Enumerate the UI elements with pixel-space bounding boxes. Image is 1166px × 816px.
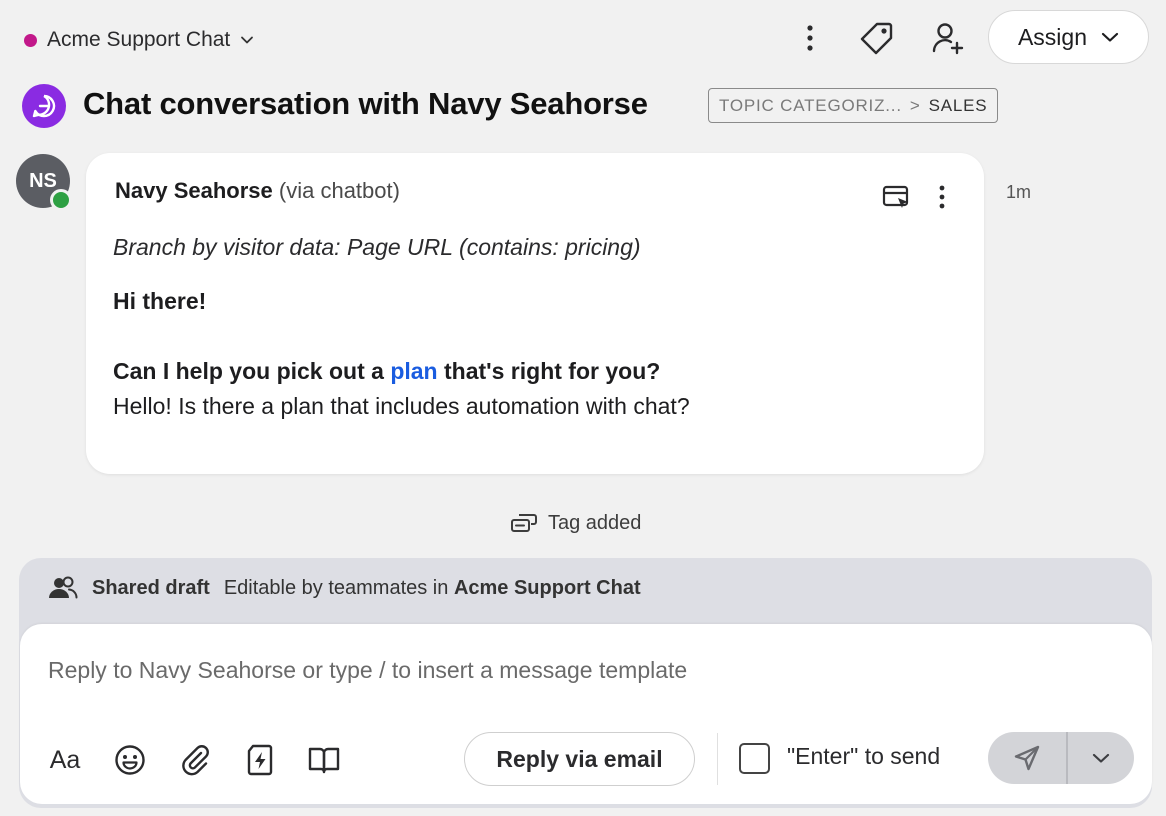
text-format-icon: Aa	[49, 745, 81, 774]
topic-child: SALES	[928, 95, 988, 115]
chat-bubble-icon	[31, 93, 57, 119]
more-options-button[interactable]	[795, 20, 825, 56]
message-sender: Navy Seahorse (via chatbot)	[115, 178, 400, 204]
message-question: Can I help you pick out a plan that's ri…	[113, 358, 660, 385]
topic-parent: TOPIC CATEGORIZ...	[719, 95, 902, 115]
people-icon	[48, 576, 78, 600]
page-title: Chat conversation with Navy Seahorse	[83, 86, 648, 121]
assign-label: Assign	[1017, 23, 1088, 50]
inbox-status-dot	[24, 33, 37, 47]
knowledge-book-icon	[307, 745, 341, 775]
shared-draft-bar: Shared draft Editable by teammates in Ac…	[48, 576, 641, 600]
conversation-channel-badge	[22, 84, 66, 128]
quick-actions-button[interactable]	[238, 738, 282, 782]
shared-draft-description: Editable by teammates in Acme Support Ch…	[224, 577, 641, 600]
assign-button[interactable]: Assign	[988, 10, 1149, 64]
question-text-end: that's right for you?	[437, 358, 661, 384]
tag-added-event: Tag added	[510, 511, 641, 535]
enter-to-send-checkbox[interactable]	[739, 743, 770, 774]
chatbot-branch-note: Branch by visitor data: Page URL (contai…	[113, 234, 641, 260]
message-options-button[interactable]	[928, 180, 956, 214]
reply-via-email-button[interactable]: Reply via email	[464, 732, 695, 786]
plan-link[interactable]: plan	[390, 358, 437, 384]
reply-input[interactable]	[48, 654, 948, 686]
paperclip-icon	[179, 744, 211, 776]
chevron-down-icon	[1092, 752, 1110, 764]
draft-inbox-name: Acme Support Chat	[453, 576, 641, 599]
send-icon	[1013, 744, 1041, 772]
attach-file-button[interactable]	[173, 738, 217, 782]
open-window-icon	[881, 183, 911, 211]
send-button[interactable]	[988, 732, 1066, 784]
topic-breadcrumb[interactable]: TOPIC CATEGORIZ... > SALES	[708, 88, 999, 123]
text-formatting-button[interactable]: Aa	[43, 738, 87, 782]
online-status-indicator	[50, 189, 72, 211]
message-timestamp: 1m	[1006, 182, 1032, 202]
send-options-button[interactable]	[1068, 732, 1134, 784]
open-in-window-button[interactable]	[878, 180, 914, 214]
knowledge-base-button[interactable]	[302, 738, 346, 782]
inbox-name: Acme Support Chat	[47, 28, 231, 51]
add-person-icon	[929, 20, 965, 56]
quick-action-icon	[244, 743, 276, 777]
emoji-button[interactable]	[108, 738, 152, 782]
send-button-group	[988, 732, 1134, 784]
question-text-start: Can I help you pick out a	[113, 358, 391, 384]
tag-added-icon	[510, 511, 538, 535]
visitor-reply: Hello! Is there a plan that includes aut…	[113, 393, 690, 419]
kebab-menu-icon	[939, 185, 945, 209]
sender-name: Navy Seahorse	[115, 178, 273, 203]
event-text: Tag added	[548, 511, 642, 534]
enter-to-send-label[interactable]: "Enter" to send	[787, 743, 940, 770]
editable-by-text: Editable by teammates in	[223, 576, 449, 599]
tag-icon	[860, 21, 894, 55]
tag-button[interactable]	[856, 18, 898, 58]
shared-draft-label: Shared draft	[92, 576, 210, 599]
add-participant-button[interactable]	[926, 18, 968, 58]
inbox-selector[interactable]: Acme Support Chat	[24, 24, 254, 56]
sender-via: (via chatbot)	[278, 178, 400, 203]
chevron-down-icon	[1101, 31, 1119, 43]
chevron-down-icon	[240, 35, 254, 45]
message-greeting: Hi there!	[113, 288, 207, 314]
kebab-menu-icon	[807, 25, 813, 51]
toolbar-divider	[717, 733, 718, 785]
emoji-icon	[114, 744, 146, 776]
topic-separator: >	[909, 95, 921, 115]
